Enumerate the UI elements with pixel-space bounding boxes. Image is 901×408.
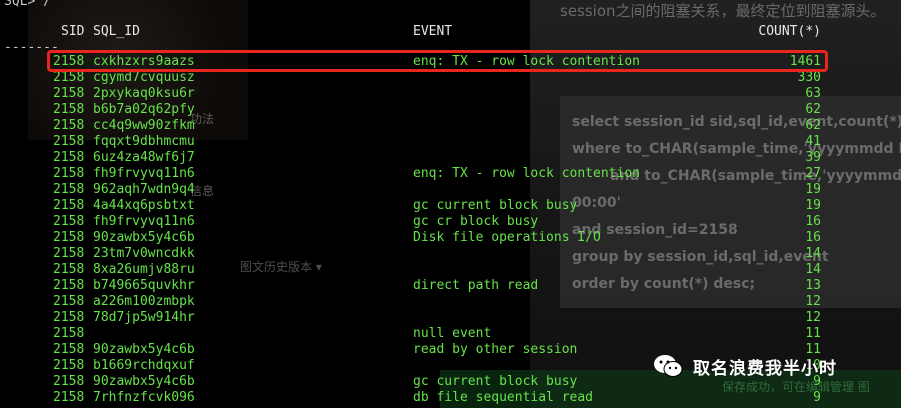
row-sid: 2158	[53, 198, 85, 213]
row-event: gc cr block busy	[413, 214, 539, 229]
row-count: 9	[813, 390, 821, 405]
row-sid: 2158	[53, 342, 85, 357]
row-sid: 2158	[53, 358, 85, 373]
row-count: 330	[797, 70, 821, 85]
row-sid: 2158	[53, 102, 85, 117]
row-count: 16	[805, 230, 821, 245]
row-sid: 2158	[53, 262, 85, 277]
row-event: gc current block busy	[413, 374, 578, 389]
row-count: 41	[805, 134, 821, 149]
row-sql-id: fh9frvyvq11n6	[93, 166, 195, 181]
row-sid: 2158	[53, 182, 85, 197]
row-sql-id: 7rhfnzfcvk096	[93, 390, 195, 405]
row-sid: 2158	[53, 278, 85, 293]
row-sid: 2158	[53, 374, 85, 389]
row-sql-id: 90zawbx5y4c6b	[93, 374, 195, 389]
watermark-text: 取名浪费我半小时	[693, 358, 837, 379]
row-count: 62	[805, 102, 821, 117]
row-sql-id: 962aqh7wdn9q4	[93, 182, 195, 197]
highlight-box	[47, 50, 828, 72]
row-sql-id: 2pxykaq0ksu6r	[93, 86, 195, 101]
row-sql-id: b1669rchdqxuf	[93, 358, 195, 373]
row-count: 11	[805, 326, 821, 341]
row-count: 14	[805, 246, 821, 261]
column-header-sid: SID	[61, 24, 85, 39]
row-event: db file sequential read	[413, 390, 594, 405]
row-count: 13	[805, 278, 821, 293]
row-sid: 2158	[53, 70, 85, 85]
column-header-sql-id: SQL_ID	[93, 24, 140, 39]
row-count: 39	[805, 150, 821, 165]
row-event: enq: TX - row lock contention	[413, 166, 640, 181]
row-count: 12	[805, 294, 821, 309]
row-event: Disk file operations I/O	[413, 230, 601, 245]
column-header-count: COUNT(*)	[758, 24, 821, 39]
row-count: 14	[805, 262, 821, 277]
terminal-window[interactable]: SQL> / SID SQL_ID EVENT COUNT(*) -------…	[0, 0, 901, 408]
row-sql-id: 78d7jp5w914hr	[93, 310, 195, 325]
column-header-event: EVENT	[413, 24, 453, 39]
row-sql-id: a226m100zmbpk	[93, 294, 195, 309]
row-event: direct path read	[413, 278, 539, 293]
row-event: gc current block busy	[413, 198, 578, 213]
row-sid: 2158	[53, 326, 85, 341]
row-sql-id: cgymd7cvquusz	[93, 70, 195, 85]
row-count: 16	[805, 214, 821, 229]
row-sql-id: 90zawbx5y4c6b	[93, 230, 195, 245]
row-sid: 2158	[53, 310, 85, 325]
row-sid: 2158	[53, 294, 85, 309]
row-sql-id: 90zawbx5y4c6b	[93, 342, 195, 357]
row-sql-id: fh9frvyvq11n6	[93, 214, 195, 229]
row-sql-id: b6b7a02q62pfy	[93, 102, 195, 117]
row-event: read by other session	[413, 342, 578, 357]
row-sql-id: 23tm7v0wncdkk	[93, 246, 195, 261]
watermark: 取名浪费我半小时	[653, 350, 837, 382]
row-count: 63	[805, 86, 821, 101]
row-sid: 2158	[53, 166, 85, 181]
row-sid: 2158	[53, 118, 85, 133]
row-sid: 2158	[53, 150, 85, 165]
row-sql-id: 4a44xq6psbtxt	[93, 198, 195, 213]
row-sid: 2158	[53, 86, 85, 101]
row-count: 19	[805, 198, 821, 213]
row-count: 19	[805, 182, 821, 197]
row-sid: 2158	[53, 390, 85, 405]
row-sql-id: 8xa26umjv88ru	[93, 262, 195, 277]
row-sid: 2158	[53, 230, 85, 245]
row-sql-id: cc4q9ww90zfkm	[93, 118, 195, 133]
row-sid: 2158	[53, 246, 85, 261]
row-sid: 2158	[53, 214, 85, 229]
row-sql-id: b749665quvkhr	[93, 278, 195, 293]
sql-prompt: SQL> /	[4, 0, 51, 9]
row-count: 27	[805, 166, 821, 181]
wechat-icon	[654, 355, 683, 377]
row-sql-id: fqqxt9dbhmcmu	[93, 134, 195, 149]
row-count: 62	[805, 118, 821, 133]
row-event: null event	[413, 326, 492, 341]
row-sid: 2158	[53, 134, 85, 149]
row-sql-id: 6uz4za48wf6j7	[93, 150, 195, 165]
row-count: 12	[805, 310, 821, 325]
